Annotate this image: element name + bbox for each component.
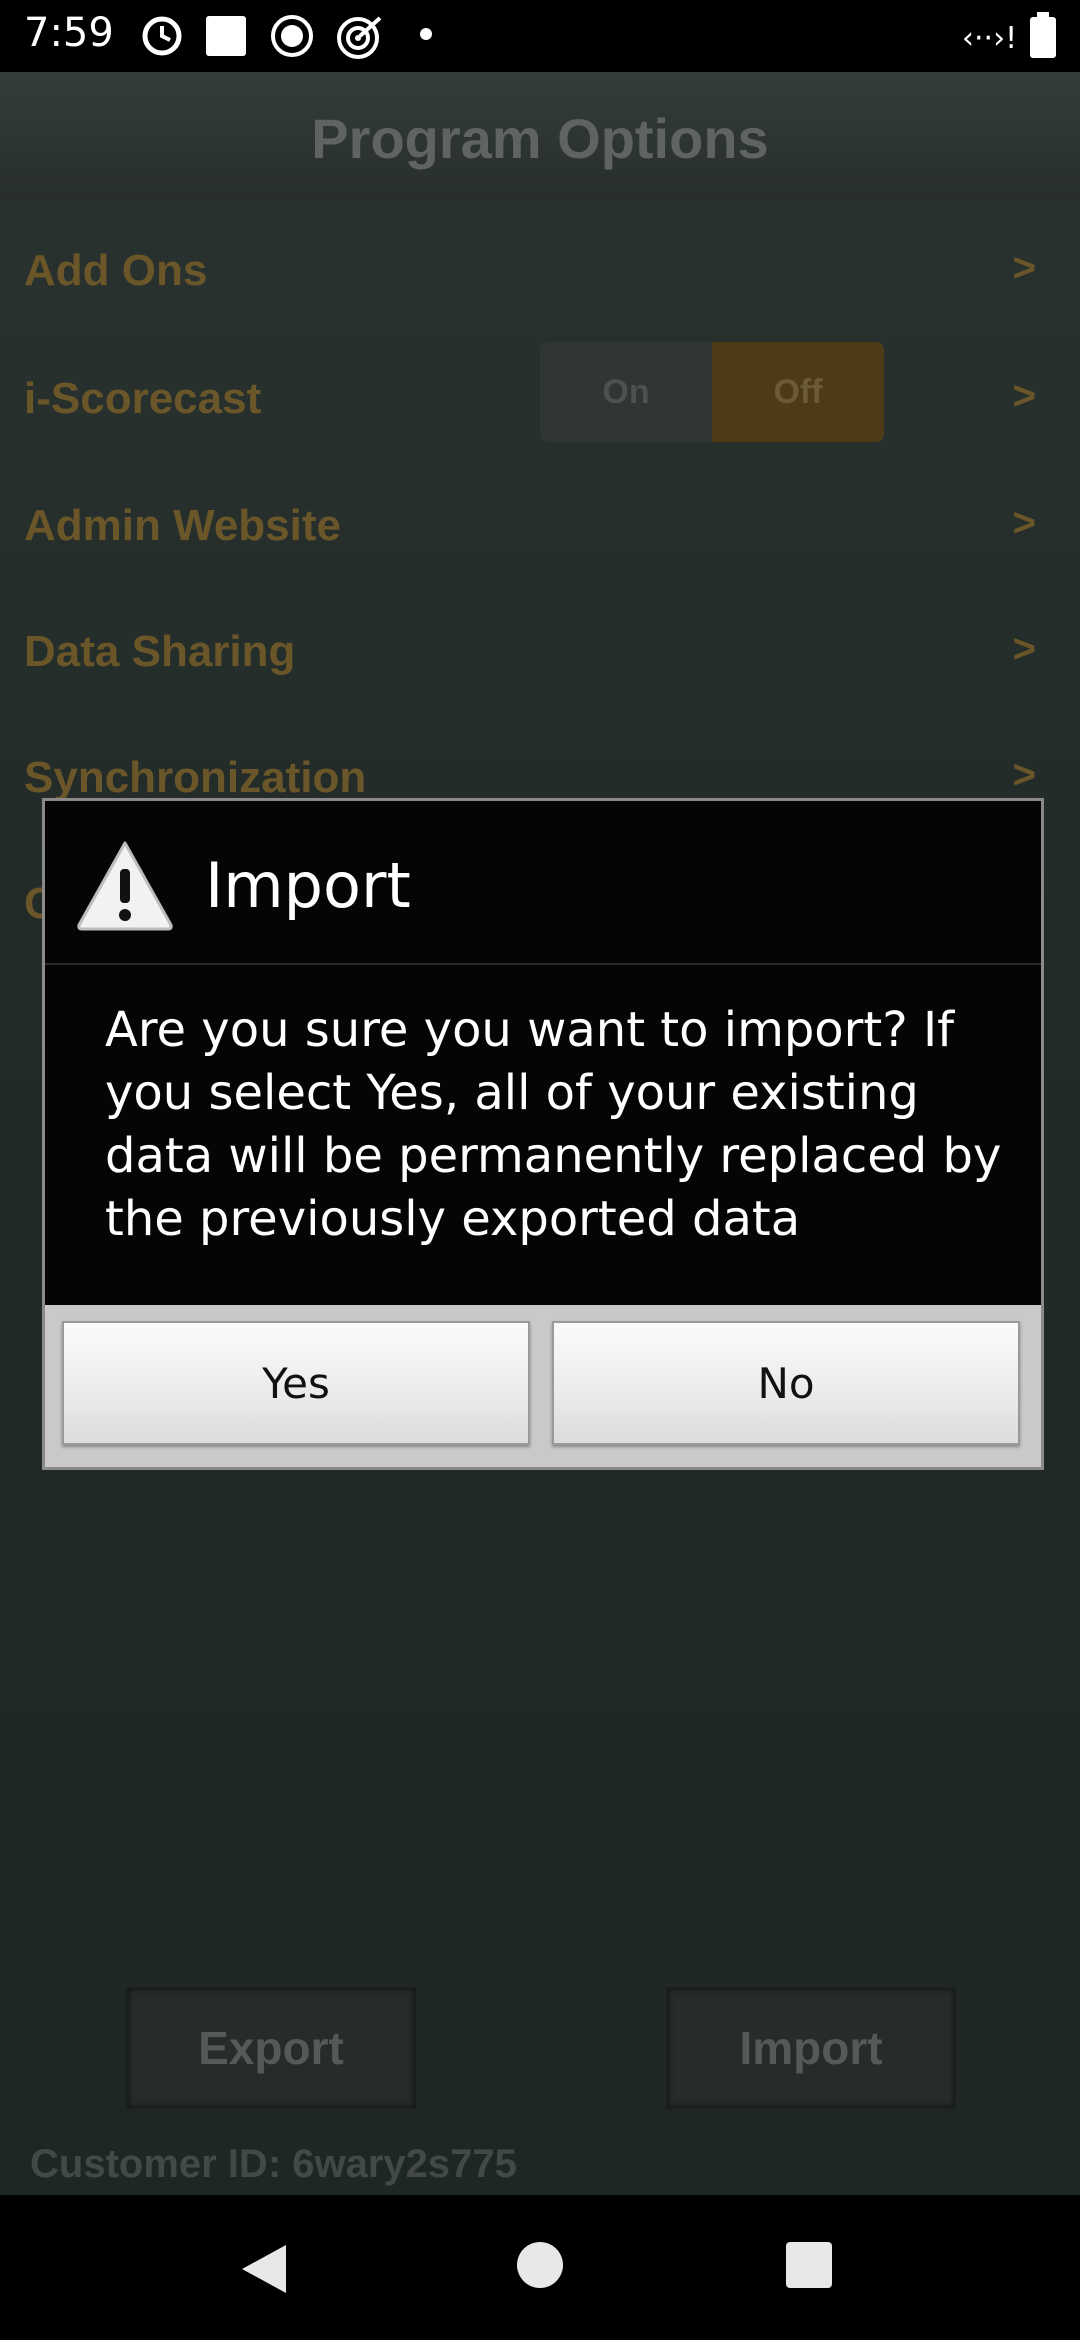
- import-dialog: Import Are you sure you want to import? …: [42, 798, 1044, 1470]
- option-label: i-Scorecast: [24, 374, 262, 423]
- option-label: Admin Website: [24, 501, 342, 550]
- dialog-header: Import: [45, 801, 1041, 965]
- toggle-on-button[interactable]: On: [540, 342, 712, 442]
- customer-id: Customer ID: 6wary2s775: [30, 2142, 517, 2186]
- chevron-right-icon: >: [1012, 753, 1036, 797]
- option-data-sharing[interactable]: Data Sharing >: [0, 593, 1080, 713]
- option-label: Data Sharing: [24, 627, 296, 676]
- import-button[interactable]: Import: [666, 1987, 956, 2109]
- status-time: 7:59: [24, 10, 114, 56]
- square-icon: [206, 16, 246, 56]
- status-bar: 7:59 ‹··›!: [0, 0, 1080, 72]
- battery-icon: [1030, 12, 1056, 58]
- toggle-off-button[interactable]: Off: [712, 342, 884, 442]
- svg-text:‹··›!: ‹··›!: [962, 21, 1017, 56]
- moon-icon: [142, 16, 182, 56]
- dialog-title: Import: [205, 849, 411, 922]
- export-button[interactable]: Export: [126, 1987, 416, 2109]
- back-icon[interactable]: [240, 2243, 288, 2295]
- scorecast-toggle[interactable]: On Off: [540, 342, 884, 442]
- yes-button[interactable]: Yes: [62, 1321, 530, 1445]
- warning-icon: [77, 841, 173, 931]
- chevron-right-icon: >: [1012, 374, 1036, 418]
- option-label: Add Ons: [24, 246, 208, 295]
- dot-icon: [420, 28, 432, 40]
- title-bar: Program Options: [0, 72, 1080, 200]
- option-label: Synchronization: [24, 753, 367, 802]
- dialog-message: Are you sure you want to import? If you …: [105, 1002, 1002, 1247]
- home-icon[interactable]: [517, 2242, 563, 2288]
- circle-icon: [271, 15, 313, 57]
- target-icon: [337, 16, 382, 59]
- option-add-ons[interactable]: Add Ons >: [0, 212, 1080, 332]
- recent-apps-icon[interactable]: [786, 2242, 832, 2288]
- chevron-right-icon: >: [1012, 246, 1036, 290]
- signal-icon: ‹··›!: [962, 21, 1017, 56]
- dialog-button-bar: Yes No: [45, 1305, 1041, 1467]
- option-admin-website[interactable]: Admin Website >: [0, 467, 1080, 587]
- navigation-bar: [0, 2195, 1080, 2340]
- no-button[interactable]: No: [552, 1321, 1020, 1445]
- chevron-right-icon: >: [1012, 501, 1036, 545]
- page-title: Program Options: [311, 107, 769, 170]
- chevron-right-icon: >: [1012, 627, 1036, 671]
